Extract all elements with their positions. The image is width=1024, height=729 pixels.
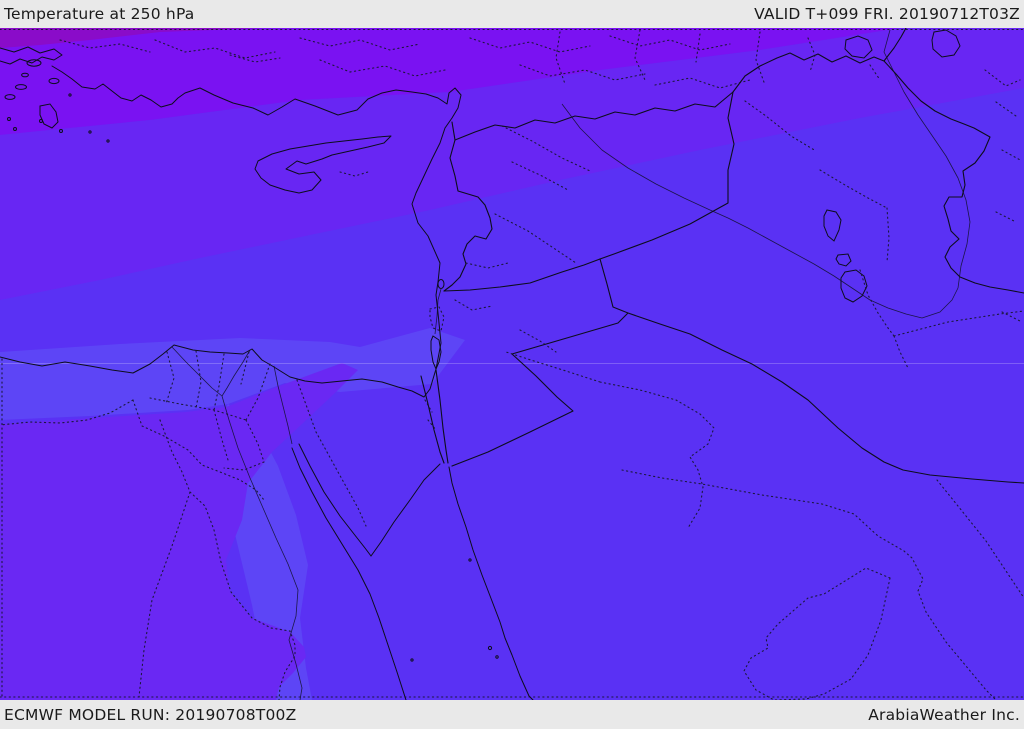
- forecast-map: [0, 28, 1024, 700]
- header-bar: Temperature at 250 hPa VALID T+099 FRI. …: [0, 0, 1024, 28]
- map-title: Temperature at 250 hPa: [4, 5, 195, 23]
- model-run-label: ECMWF MODEL RUN: 20190708T00Z: [4, 705, 297, 724]
- provider-credit: ArabiaWeather Inc.: [868, 705, 1020, 724]
- footer-bar: ECMWF MODEL RUN: 20190708T00Z ArabiaWeat…: [0, 700, 1024, 729]
- valid-time-label: VALID T+099 FRI. 20190712T03Z: [754, 5, 1020, 23]
- weather-map-product: Temperature at 250 hPa VALID T+099 FRI. …: [0, 0, 1024, 729]
